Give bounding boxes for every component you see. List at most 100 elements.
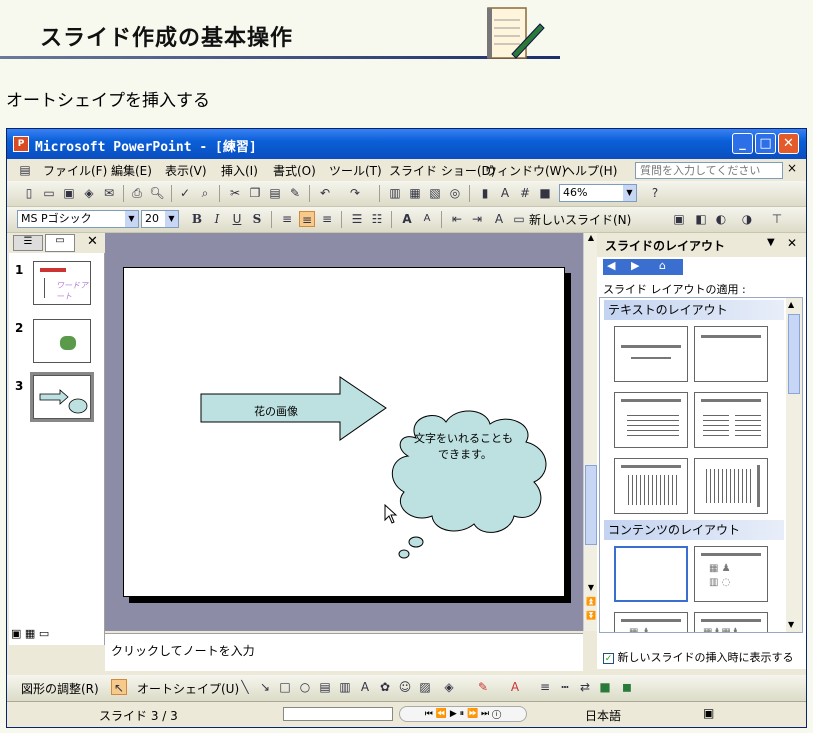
permission-icon[interactable]: ◈ (81, 185, 97, 201)
cut-icon[interactable]: ✂ (227, 185, 243, 201)
copy-icon[interactable]: ❐ (247, 185, 263, 201)
shadow-style-icon[interactable]: ■ (597, 679, 613, 695)
decrease-font-icon[interactable]: A (419, 211, 435, 227)
layout-vertical-text[interactable] (614, 458, 688, 514)
show-formatting-icon[interactable]: A (497, 185, 513, 201)
redo-icon[interactable]: ↷ (347, 185, 363, 201)
email-icon[interactable]: ✉ (101, 185, 117, 201)
playback-controls[interactable]: ⏮ ⏪ ▶ ⏸ ⏩ ⏭ ⓘ (399, 706, 527, 722)
arrow-style-icon[interactable]: ⇄ (577, 679, 593, 695)
menu-insert[interactable]: 挿入(I) (221, 162, 258, 179)
gallery-scrollbar[interactable]: ▲ ▼ (786, 298, 802, 632)
task-pane-close-icon[interactable]: ✕ (787, 236, 797, 250)
diagram-icon[interactable]: ✿ (377, 679, 393, 695)
open-icon[interactable]: ▭ (41, 185, 57, 201)
prev-slide-icon[interactable]: ⏫ (585, 597, 597, 611)
layout-two-column[interactable] (694, 392, 768, 448)
slide-thumb-1[interactable]: ワードアート (33, 261, 91, 305)
picture-icon[interactable]: ▨ (417, 679, 433, 695)
close-doc-icon[interactable]: × (787, 161, 797, 175)
menu-edit[interactable]: 編集(E) (111, 162, 152, 179)
tab-slides[interactable]: ▭ (45, 234, 75, 252)
save-icon[interactable]: ▣ (61, 185, 77, 201)
current-slide[interactable]: 花の画像 文字をいれることも できます。 (123, 267, 565, 597)
layout-title-only[interactable] (694, 326, 768, 382)
increase-indent-icon[interactable]: ⇥ (469, 211, 485, 227)
scroll-down-icon[interactable]: ▼ (788, 620, 794, 629)
new-icon[interactable]: ▯ (21, 185, 37, 201)
notes-pane[interactable]: クリックしてノートを入力 (105, 633, 583, 671)
maximize-button[interactable]: □ (755, 133, 776, 154)
menu-view[interactable]: 表示(V) (165, 162, 207, 179)
normal-view-icon[interactable]: ▣ (11, 627, 21, 640)
scroll-thumb[interactable] (788, 314, 800, 394)
paste-icon[interactable]: ▤ (267, 185, 283, 201)
bullets-icon[interactable]: ☷ (369, 211, 385, 227)
layout-title[interactable] (614, 326, 688, 382)
undo-icon[interactable]: ↶ (317, 185, 333, 201)
align-left-icon[interactable]: ≡ (279, 211, 295, 227)
select-objects-icon[interactable]: ↖ (111, 679, 127, 695)
show-on-insert-checkbox[interactable]: ✓ 新しいスライドの挿入時に表示する (603, 649, 794, 665)
ask-question-input[interactable]: 質問を入力してください (635, 162, 783, 179)
menu-tools[interactable]: ツール(T) (329, 162, 382, 179)
font-color-icon[interactable]: A (491, 211, 507, 227)
tab-outline[interactable]: ☰ (13, 235, 43, 251)
forward-icon[interactable]: ▶ (631, 259, 639, 272)
research-icon[interactable]: ⌕ (197, 185, 213, 201)
decrease-indent-icon[interactable]: ⇤ (449, 211, 465, 227)
font-color-draw-icon[interactable]: A (507, 679, 523, 695)
menu-help[interactable]: ヘルプ(H) (563, 162, 617, 179)
compare-icon[interactable]: ⊤ (769, 211, 785, 227)
menu-format[interactable]: 書式(O) (273, 162, 316, 179)
rectangle-icon[interactable]: □ (277, 679, 293, 695)
task-pane-menu-icon[interactable]: ▼ (767, 237, 775, 248)
layout-blank[interactable] (614, 546, 688, 602)
new-slide-button[interactable]: 新しいスライド(N) (529, 211, 631, 228)
back-icon[interactable]: ◀ (607, 259, 615, 272)
layout-icon[interactable]: ◧ (693, 211, 709, 227)
spelling-icon[interactable]: ✓ (177, 185, 193, 201)
layout-two-content[interactable]: ▦♟▦♟ (694, 612, 768, 632)
font-name-select[interactable]: MS Pゴシック ▼ (17, 210, 139, 228)
dash-style-icon[interactable]: ┅ (557, 679, 573, 695)
slide-thumb-2[interactable] (33, 319, 91, 363)
close-button[interactable]: ✕ (778, 133, 799, 154)
color-grayscale-icon[interactable]: ■ (537, 185, 553, 201)
expand-icon[interactable]: ▮ (477, 185, 493, 201)
numbering-icon[interactable]: ☰ (349, 211, 365, 227)
layout-title-text[interactable] (614, 392, 688, 448)
new-slide-icon[interactable]: ▭ (511, 211, 527, 227)
menu-window[interactable]: ウィンドウ(W) (485, 162, 566, 179)
line-icon[interactable]: ╲ (237, 679, 253, 695)
menu-file[interactable]: ファイル(F) (43, 162, 107, 179)
hyperlink-icon[interactable]: ◎ (447, 185, 463, 201)
textbox-icon[interactable]: ▤ (317, 679, 333, 695)
align-right-icon[interactable]: ≡ (319, 211, 335, 227)
arrow-icon[interactable]: ↘ (257, 679, 273, 695)
italic-button[interactable]: I (209, 211, 225, 227)
slide-scrollbar[interactable]: ▲ ▼ ⏫ ⏬ (583, 233, 597, 631)
grid-icon[interactable]: # (517, 185, 533, 201)
close-pane-icon[interactable]: ✕ (87, 234, 98, 249)
shadow-button[interactable]: S (249, 211, 265, 227)
line-style-icon[interactable]: ≡ (537, 679, 553, 695)
scroll-up-icon[interactable]: ▲ (788, 300, 794, 309)
slide-thumb-3[interactable] (30, 372, 94, 422)
underline-button[interactable]: U (229, 211, 245, 227)
table-icon[interactable]: ▦ (407, 185, 423, 201)
print-icon[interactable]: ⎙ (129, 185, 145, 201)
clipart-icon[interactable]: ☺ (397, 679, 413, 695)
increase-font-icon[interactable]: A (399, 211, 415, 227)
menu-slideshow[interactable]: スライド ショー(D) (389, 162, 495, 179)
bring-front-icon[interactable]: ◐ (713, 211, 729, 227)
fill-color-icon[interactable]: ◈ (441, 679, 457, 695)
vertical-textbox-icon[interactable]: ▥ (337, 679, 353, 695)
layout-vertical-title[interactable] (694, 458, 768, 514)
slideshow-view-icon[interactable]: ▭ (39, 627, 49, 640)
scroll-thumb[interactable] (585, 465, 597, 545)
autoshape-menu[interactable]: オートシェイプ(U) (137, 680, 239, 697)
design-icon[interactable]: ▣ (671, 211, 687, 227)
scroll-up-icon[interactable]: ▲ (585, 233, 597, 247)
next-slide-icon[interactable]: ⏬ (585, 611, 597, 625)
